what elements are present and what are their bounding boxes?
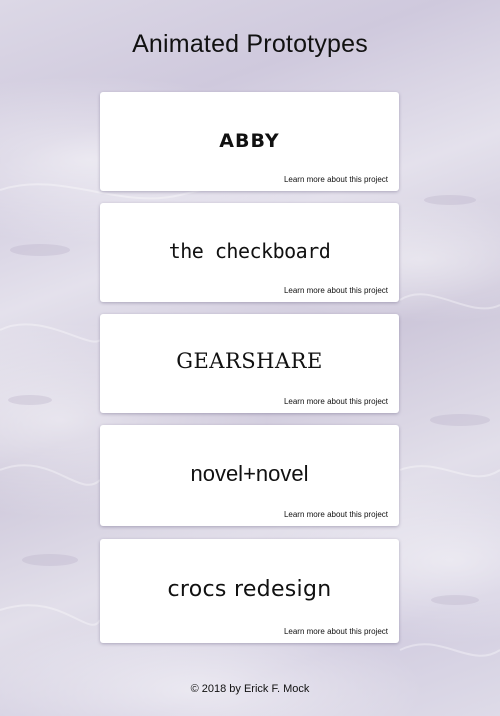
project-title-gearshare: GEARSHARE xyxy=(176,349,323,373)
project-card-crocs[interactable]: crocs redesign Learn more about this pro… xyxy=(100,539,399,643)
page-title: Animated Prototypes xyxy=(132,30,368,58)
project-card-abby[interactable]: ABBY Learn more about this project xyxy=(100,92,399,191)
learn-more-link-checkboard[interactable]: Learn more about this project xyxy=(284,286,388,295)
project-title-checkboard: the checkboard xyxy=(168,239,331,263)
project-title-crocs: crocs redesign xyxy=(167,577,332,602)
learn-more-link-abby[interactable]: Learn more about this project xyxy=(284,175,388,184)
footer-copyright: © 2018 by Erick F. Mock xyxy=(190,683,310,695)
learn-more-link-gearshare[interactable]: Learn more about this project xyxy=(284,397,388,406)
project-card-gearshare[interactable]: GEARSHARE Learn more about this project xyxy=(100,314,399,413)
project-title-novel: novel+novel xyxy=(190,461,309,486)
learn-more-link-crocs[interactable]: Learn more about this project xyxy=(284,627,388,636)
project-title-abby: ABBY xyxy=(219,130,280,152)
project-card-novel[interactable]: novel+novel Learn more about this projec… xyxy=(100,425,399,526)
learn-more-link-novel[interactable]: Learn more about this project xyxy=(284,510,388,519)
project-card-checkboard[interactable]: the checkboard Learn more about this pro… xyxy=(100,203,399,302)
